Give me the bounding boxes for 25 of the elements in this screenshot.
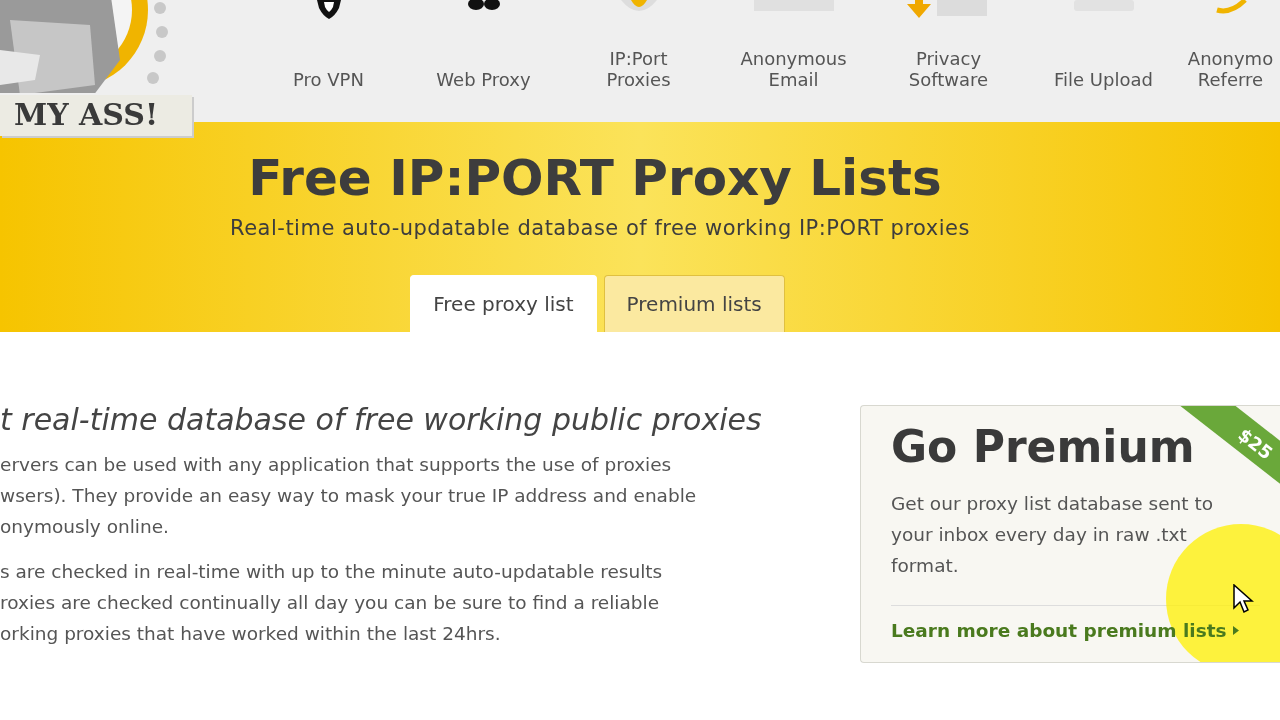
mascot-drawing[interactable]	[0, 0, 170, 93]
paragraph-line: wsers). They provide an easy way to mask your true IP address and enable	[0, 484, 698, 508]
card-text: Get our proxy list database sent to your inbox every day in raw .txt format.	[891, 492, 1214, 578]
section-heading: t real-time database of free working public proxies	[0, 402, 762, 437]
caret-icon	[1232, 626, 1239, 635]
premium-link[interactable]: Learn more about premium lists	[891, 620, 1239, 641]
tab[interactable]: Premium lists	[603, 275, 785, 332]
page-title: Free IP:PORT Proxy Lists	[248, 148, 942, 208]
paragraph-line: roxies are checked continually all day you can be sure to find a reliable	[0, 591, 661, 615]
cursor-icon	[1233, 584, 1255, 614]
nav-link[interactable]: File Upload	[1026, 0, 1181, 122]
tab[interactable]: Free proxy list	[410, 275, 597, 332]
paragraph-line: ervers can be used with any application that supports the use of proxies	[0, 453, 673, 477]
nav-link[interactable]: IP:Port Proxies	[561, 0, 716, 122]
page-subtitle: Real-time auto-updatable database of free working IP:PORT proxies	[230, 216, 970, 240]
nav-link[interactable]: Web Proxy	[406, 0, 561, 122]
nav-link[interactable]: Anonymo Referre	[1181, 0, 1280, 122]
nav-link[interactable]: Anonymous Email	[716, 0, 871, 122]
nav-link[interactable]: Pro VPN	[251, 0, 406, 122]
paragraph-line: s are checked in real-time with up to the minute auto-updatable results	[0, 560, 664, 584]
paragraph-line: orking proxies that have worked within the last 24hrs.	[0, 622, 502, 646]
paragraph-line: onymously online.	[0, 515, 170, 539]
nav-link[interactable]: Privacy Software	[871, 0, 1026, 122]
card-title: Go Premium	[891, 420, 1195, 474]
logo-text: MY ASS!	[0, 95, 193, 136]
